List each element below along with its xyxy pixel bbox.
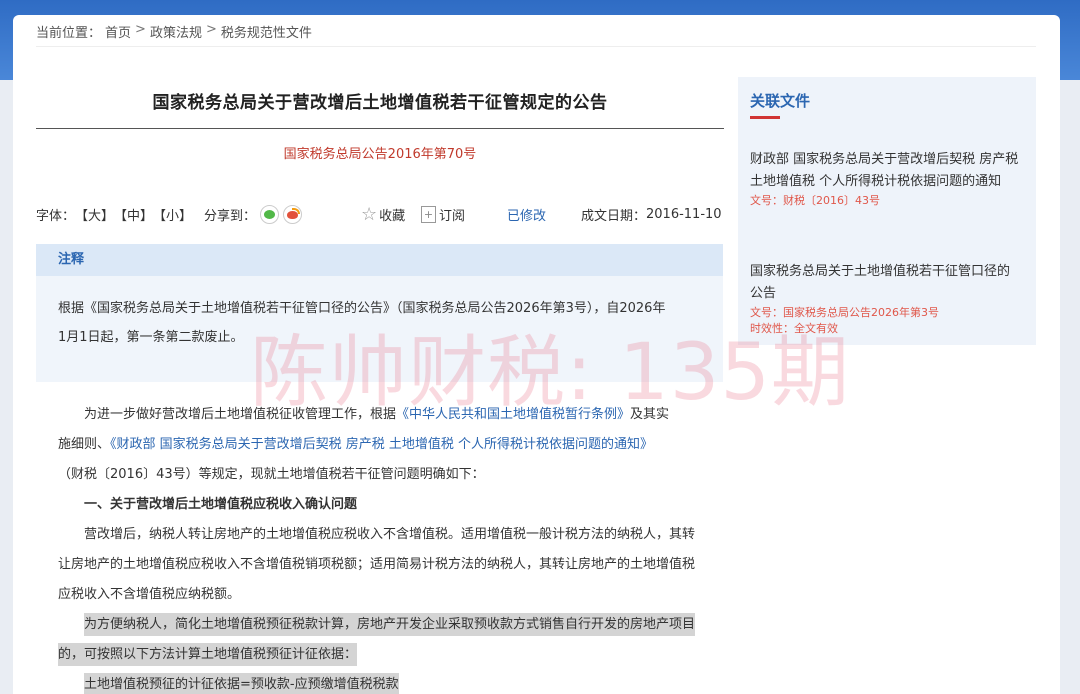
section-paragraph: 营改增后，纳税人转让房地产的土地增值税应税收入不含增值税。适用增值税一般计税方法… [58, 527, 696, 602]
breadcrumb-policy[interactable]: 政策法规 [150, 22, 202, 41]
weibo-icon[interactable] [283, 205, 303, 224]
breadcrumb-tax-docs[interactable]: 税务规范性文件 [221, 22, 312, 41]
related-doc-number: 文号：财税〔2016〕43号 [750, 194, 880, 207]
breadcrumb-separator: > [205, 22, 217, 37]
annotation-line: 根据《国家税务总局关于土地增值税若干征管口径的公告》（国家税务总局公告2026年… [58, 301, 666, 316]
related-doc-validity: 时效性：全文有效 [750, 322, 838, 335]
favorite-button[interactable]: ☆ 收藏 [361, 205, 405, 224]
date-label: 成文日期： [581, 209, 647, 224]
font-label: 字体： [36, 209, 76, 224]
annotation-line: 1月1日起，第一条第二款废止。 [58, 330, 244, 345]
intro-paragraph-end: （财税〔2016〕43号）等规定，现就土地增值税若干征管问题明确如下： [58, 467, 485, 482]
annotation-box: 注释 根据《国家税务总局关于土地增值税若干征管口径的公告》（国家税务总局公告20… [36, 244, 723, 382]
font-large-button[interactable]: 【大】 [75, 205, 114, 224]
article-title: 国家税务总局关于营改增后土地增值税若干征管规定的公告 [152, 93, 608, 113]
subscribe-label: 订阅 [439, 209, 466, 224]
related-doc-title[interactable]: 国家税务总局关于土地增值税若干征管口径的公告 [750, 261, 1022, 305]
favorite-label: 收藏 [379, 209, 406, 224]
highlighted-text: 为方便纳税人，简化土地增值税预征税款计算，房地产开发企业采取预收款方式销售自行开… [58, 613, 696, 666]
article-body: 为进一步做好营改增后土地增值税征收管理工作，根据《中华人民共和国土地增值税暂行条… [36, 400, 723, 694]
font-small-button[interactable]: 【小】 [153, 205, 192, 224]
breadcrumb-prefix: 当前位置： [36, 26, 102, 41]
share-control: 分享到： [204, 205, 303, 224]
highlighted-formula: 土地增值税预征的计征依据=预收款-应预缴增值税税款 [84, 673, 399, 694]
intro-text: 为进一步做好营改增后土地增值税征收管理工作，根据 [84, 407, 397, 422]
date-info: 成文日期： 2016-11-10 [581, 205, 722, 224]
date-value: 2016-11-10 [646, 207, 722, 222]
modified-link[interactable]: 已修改 [507, 205, 546, 224]
intro-paragraph: 为进一步做好营改增后土地增值税征收管理工作，根据《中华人民共和国土地增值税暂行条… [36, 400, 723, 430]
intro-text: 施细则、 [58, 437, 111, 452]
highlighted-paragraph: 为方便纳税人，简化土地增值税预征税款计算，房地产开发企业采取预收款方式销售自行开… [36, 610, 723, 670]
formula-paragraph: 土地增值税预征的计征依据=预收款-应预缴增值税税款 [36, 670, 723, 694]
intro-text: 及其实 [630, 407, 670, 422]
related-doc-title[interactable]: 财政部 国家税务总局关于营改增后契税 房产税 土地增值税 个人所得税计税依据问题… [750, 149, 1022, 193]
subscribe-icon: + [421, 206, 436, 223]
star-icon: ☆ [361, 203, 378, 225]
breadcrumb-home[interactable]: 首页 [105, 22, 131, 41]
section-heading: 一、关于营改增后土地增值税应税收入确认问题 [84, 497, 358, 512]
title-divider [36, 128, 724, 129]
annotation-body: 根据《国家税务总局关于土地增值税若干征管口径的公告》（国家税务总局公告2026年… [36, 276, 723, 352]
related-doc-item[interactable]: 财政部 国家税务总局关于营改增后契税 房产税 土地增值税 个人所得税计税依据问题… [750, 149, 1022, 209]
related-docs-title: 关联文件 [750, 92, 811, 110]
related-doc-number: 文号：国家税务总局公告2026年第3号 [750, 306, 939, 319]
font-size-control: 字体： 【大】 【中】 【小】 [36, 205, 192, 224]
annotation-heading: 注释 [36, 244, 723, 276]
breadcrumb-separator: > [135, 22, 146, 37]
intro-paragraph-cont: 施细则、《财政部 国家税务总局关于营改增后契税 房产税 土地增值税 个人所得税计… [36, 430, 723, 460]
document-number: 国家税务总局公告2016年第70号 [283, 147, 477, 162]
subscribe-button[interactable]: + 订阅 [421, 205, 465, 224]
regulation-link[interactable]: 《中华人民共和国土地增值税暂行条例》 [396, 407, 630, 422]
share-label: 分享到： [204, 209, 257, 224]
related-docs-panel: 关联文件 财政部 国家税务总局关于营改增后契税 房产税 土地增值税 个人所得税计… [738, 77, 1036, 345]
breadcrumb: 当前位置： 首页 > 政策法规 > 税务规范性文件 [36, 22, 312, 41]
wechat-icon[interactable] [260, 205, 280, 224]
article-toolbar: 字体： 【大】 【中】 【小】 分享到： ☆ 收藏 + 订阅 已修改 成文日期：… [36, 205, 726, 225]
breadcrumb-divider [36, 46, 1036, 47]
notice-link[interactable]: 《财政部 国家税务总局关于营改增后契税 房产税 土地增值税 个人所得税计税依据问… [110, 437, 653, 452]
related-doc-item[interactable]: 国家税务总局关于土地增值税若干征管口径的公告 文号：国家税务总局公告2026年第… [750, 261, 1022, 337]
title-accent-bar [750, 116, 780, 119]
font-medium-button[interactable]: 【中】 [114, 205, 153, 224]
